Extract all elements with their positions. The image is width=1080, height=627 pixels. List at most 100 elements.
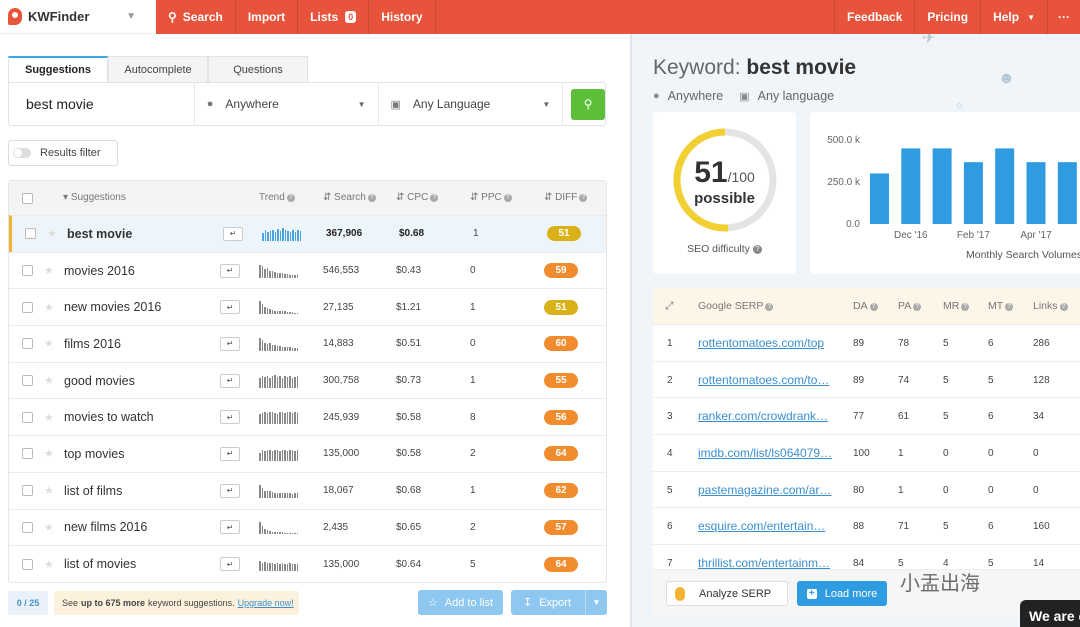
star-icon[interactable]: ★ bbox=[44, 337, 54, 350]
row-checkbox[interactable] bbox=[22, 448, 33, 460]
col-pa[interactable]: PA? bbox=[898, 300, 922, 312]
keyword-input[interactable]: best movie bbox=[9, 83, 195, 125]
tab-questions[interactable]: Questions bbox=[208, 56, 308, 83]
star-icon[interactable]: ★ bbox=[44, 411, 54, 424]
nav-feedback[interactable]: Feedback bbox=[834, 0, 916, 34]
results-filter-button[interactable]: Results filter bbox=[8, 140, 118, 166]
language-select[interactable]: ▣ Any Language ▼ bbox=[379, 83, 564, 125]
nav-history[interactable]: History bbox=[369, 0, 436, 34]
use-keyword-button[interactable]: ↵ bbox=[223, 226, 243, 241]
col-mt[interactable]: MT? bbox=[988, 300, 1014, 312]
tab-autocomplete[interactable]: Autocomplete bbox=[108, 56, 208, 83]
serp-url[interactable]: rottentomatoes.com/to… bbox=[698, 373, 829, 387]
table-row[interactable]: ★ good movies ↵ 300,758 $0.73 1 55 bbox=[9, 361, 606, 399]
nav-search[interactable]: ⚲ Search bbox=[156, 0, 236, 34]
use-keyword-button[interactable]: ↵ bbox=[220, 483, 240, 498]
chat-widget[interactable]: We are o bbox=[1020, 600, 1080, 627]
serp-url[interactable]: esquire.com/entertain… bbox=[698, 519, 825, 533]
table-row[interactable]: ★ best movie ↵ 367,906 $0.68 1 51 bbox=[9, 215, 606, 252]
col-cpc[interactable]: ⇵ CPC? bbox=[396, 192, 439, 203]
col-suggestions[interactable]: ▾ Suggestions bbox=[63, 192, 126, 203]
load-more-button[interactable]: + Load more bbox=[797, 581, 887, 606]
export-button[interactable]: ↧ Export ▼ bbox=[511, 590, 607, 615]
add-to-list-button[interactable]: ☆ Add to list bbox=[418, 590, 503, 615]
row-checkbox[interactable] bbox=[22, 558, 33, 570]
row-checkbox[interactable] bbox=[22, 338, 33, 350]
row-checkbox[interactable] bbox=[22, 411, 33, 423]
volume-bar[interactable] bbox=[901, 148, 921, 224]
row-checkbox[interactable] bbox=[22, 521, 33, 533]
upgrade-link[interactable]: Upgrade now! bbox=[238, 598, 294, 608]
select-all-checkbox[interactable] bbox=[22, 192, 33, 204]
table-row[interactable]: ★ movies to watch ↵ 245,939 $0.58 8 56 bbox=[9, 398, 606, 435]
nav-pricing[interactable]: Pricing bbox=[915, 0, 982, 34]
tab-suggestions[interactable]: Suggestions bbox=[8, 56, 108, 83]
use-keyword-button[interactable]: ↵ bbox=[220, 336, 240, 351]
analyze-serp-button[interactable]: Analyze SERP bbox=[666, 581, 788, 606]
volume-bar[interactable] bbox=[995, 148, 1015, 224]
volume-bar[interactable] bbox=[932, 148, 952, 224]
use-keyword-button[interactable]: ↵ bbox=[220, 263, 240, 278]
app-switcher[interactable]: KWFinder ▼ bbox=[0, 0, 156, 34]
use-keyword-button[interactable]: ↵ bbox=[220, 520, 240, 535]
export-options-toggle[interactable]: ▼ bbox=[585, 590, 607, 615]
star-icon[interactable]: ★ bbox=[47, 227, 57, 240]
volume-bar[interactable] bbox=[870, 173, 889, 224]
use-keyword-button[interactable]: ↵ bbox=[220, 373, 240, 388]
help-icon[interactable]: ? bbox=[752, 245, 762, 254]
trend-bar bbox=[274, 492, 276, 498]
use-keyword-button[interactable]: ↵ bbox=[220, 557, 240, 572]
col-mr[interactable]: MR? bbox=[943, 300, 970, 312]
col-search[interactable]: ⇵ Search? bbox=[323, 192, 376, 203]
use-keyword-button[interactable]: ↵ bbox=[220, 300, 240, 315]
use-keyword-button[interactable]: ↵ bbox=[220, 446, 240, 461]
volume-bar[interactable] bbox=[1057, 162, 1077, 224]
trend-bar bbox=[276, 377, 278, 388]
serp-url[interactable]: imdb.com/list/ls064079… bbox=[698, 446, 832, 460]
help-icon: ? bbox=[503, 194, 512, 202]
trend-bar bbox=[286, 532, 288, 535]
row-checkbox[interactable] bbox=[22, 301, 33, 313]
table-row[interactable]: ★ top movies ↵ 135,000 $0.58 2 64 bbox=[9, 435, 606, 472]
row-checkbox[interactable] bbox=[22, 375, 33, 387]
table-row[interactable]: ★ movies 2016 ↵ 546,553 $0.43 0 59 bbox=[9, 251, 606, 289]
col-links[interactable]: Links? bbox=[1033, 300, 1068, 312]
trend-bar bbox=[286, 412, 288, 425]
star-icon[interactable]: ★ bbox=[44, 521, 54, 534]
nav-lists[interactable]: Lists 0 bbox=[298, 0, 370, 34]
col-trend[interactable]: Trend? bbox=[259, 192, 295, 203]
col-da[interactable]: DA? bbox=[853, 300, 878, 312]
nav-more[interactable]: ··· bbox=[1048, 0, 1080, 34]
nav-import[interactable]: Import bbox=[236, 0, 299, 34]
col-diff[interactable]: ⇵ DIFF? bbox=[544, 192, 588, 203]
serp-url[interactable]: ranker.com/crowdrank… bbox=[698, 409, 828, 423]
use-keyword-button[interactable]: ↵ bbox=[220, 410, 240, 425]
star-icon[interactable]: ★ bbox=[44, 484, 54, 497]
table-row[interactable]: ★ new films 2016 ↵ 2,435 $0.65 2 57 bbox=[9, 508, 606, 546]
serp-url[interactable]: rottentomatoes.com/top bbox=[698, 336, 824, 350]
nav-help[interactable]: Help ▼ bbox=[981, 0, 1048, 34]
star-icon[interactable]: ★ bbox=[44, 264, 54, 277]
table-row[interactable]: ★ films 2016 ↵ 14,883 $0.51 0 60 bbox=[9, 325, 606, 362]
toggle-switch[interactable] bbox=[13, 148, 31, 158]
expand-icon[interactable]: ⤢ bbox=[665, 300, 673, 313]
row-checkbox[interactable] bbox=[22, 265, 33, 277]
search-submit-button[interactable]: ⚲ bbox=[571, 88, 605, 120]
table-header: ▾ Suggestions Trend? ⇵ Search? ⇵ CPC? ⇵ … bbox=[9, 181, 606, 215]
trend-bar bbox=[281, 311, 283, 315]
star-icon[interactable]: ★ bbox=[44, 558, 54, 571]
table-row[interactable]: ★ new movies 2016 ↵ 27,135 $1.21 1 51 bbox=[9, 288, 606, 325]
row-checkbox[interactable] bbox=[22, 485, 33, 497]
col-ppc[interactable]: ⇵ PPC? bbox=[470, 192, 512, 203]
star-icon[interactable]: ★ bbox=[44, 447, 54, 460]
table-row[interactable]: ★ list of movies ↵ 135,000 $0.64 5 64 bbox=[9, 545, 606, 582]
volume-bar[interactable] bbox=[1026, 162, 1046, 224]
location-select[interactable]: ● Anywhere ▼ bbox=[195, 83, 379, 125]
trend-bar bbox=[259, 452, 261, 461]
star-icon[interactable]: ★ bbox=[44, 374, 54, 387]
table-row[interactable]: ★ list of films ↵ 18,067 $0.68 1 62 bbox=[9, 471, 606, 509]
volume-bar[interactable] bbox=[963, 162, 983, 224]
serp-url[interactable]: pastemagazine.com/ar… bbox=[698, 483, 831, 497]
row-checkbox[interactable] bbox=[25, 228, 36, 240]
star-icon[interactable]: ★ bbox=[44, 301, 54, 314]
